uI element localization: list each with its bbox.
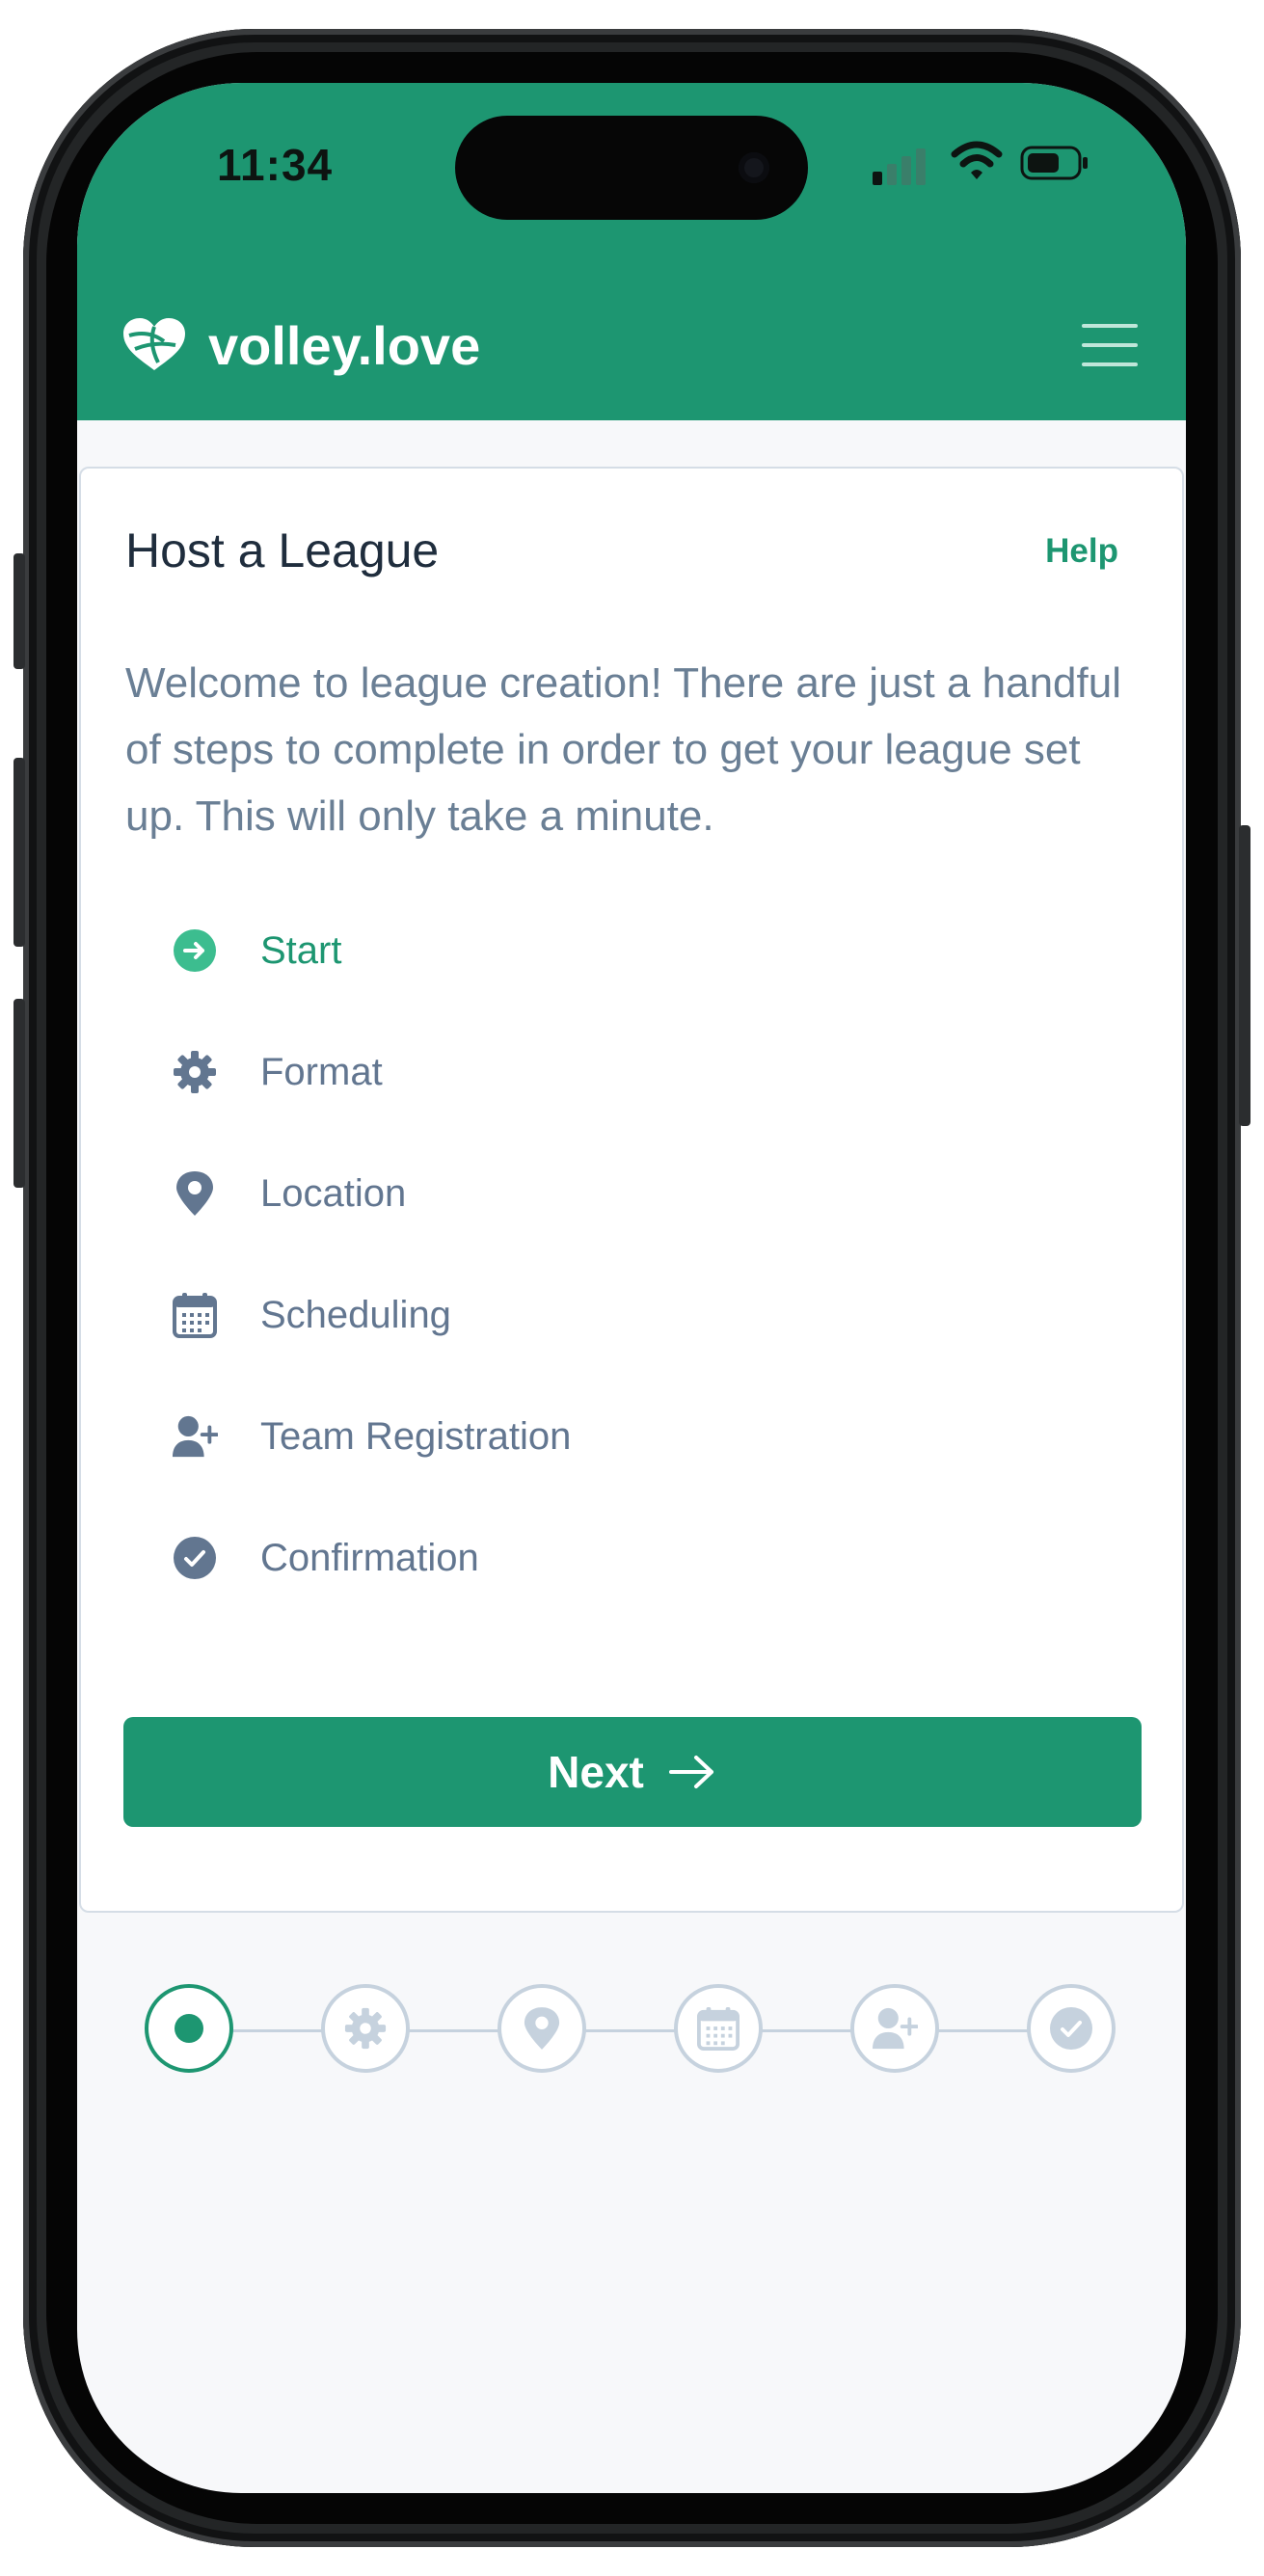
arrow-right-icon: [668, 1756, 713, 1788]
hamburger-menu-icon: [1082, 324, 1138, 328]
calendar-icon: [172, 1292, 218, 1338]
status-time: 11:34: [217, 140, 334, 190]
progress-step-start[interactable]: [145, 1984, 233, 2073]
step-confirmation: Confirmation: [172, 1529, 479, 1587]
page-title: Host a League: [125, 523, 440, 577]
step-start: Start: [172, 922, 341, 979]
volume-up-button: [13, 758, 25, 947]
progress-step-confirmation[interactable]: [1027, 1984, 1116, 2073]
wifi-icon: [951, 141, 1003, 179]
battery-icon: [1020, 146, 1088, 180]
check-circle-icon: [1050, 2007, 1092, 2050]
user-plus-icon: [172, 1413, 218, 1460]
volleyball-heart-icon: [123, 318, 185, 370]
help-link[interactable]: Help: [1045, 532, 1118, 571]
intro-text: Welcome to league creation! There are ju…: [125, 659, 1121, 840]
next-button-label: Next: [548, 1747, 644, 1797]
step-label: Confirmation: [260, 1536, 479, 1579]
league-setup-card: Host a League Help Welcome to league cre…: [79, 467, 1184, 1913]
progress-step-location[interactable]: [498, 1984, 586, 2073]
step-label: Location: [260, 1171, 407, 1215]
gear-icon: [344, 2007, 387, 2050]
progress-step-scheduling[interactable]: [674, 1984, 763, 2073]
step-team-registration: Team Registration: [172, 1408, 571, 1465]
gear-icon: [172, 1049, 218, 1095]
arrow-right-circle-icon: [172, 927, 218, 974]
volume-down-button: [13, 999, 25, 1188]
status-bar: 11:34: [77, 83, 1186, 276]
calendar-icon: [697, 2007, 740, 2051]
menu-bar-middle: [1082, 343, 1138, 347]
power-button: [1239, 825, 1251, 1126]
cellular-signal-icon: [873, 147, 928, 185]
action-button: [13, 553, 25, 669]
step-label: Start: [260, 928, 342, 972]
step-scheduling: Scheduling: [172, 1286, 451, 1344]
step-label: Scheduling: [260, 1293, 451, 1336]
phone-screen: 11:34 volley.love Host a League Help Wel…: [77, 83, 1186, 2493]
check-circle-icon: [172, 1535, 218, 1581]
progress-step-format[interactable]: [321, 1984, 410, 2073]
user-plus-icon: [873, 2007, 918, 2050]
app-header: volley.love: [77, 276, 1186, 420]
device-mockup: 11:34 volley.love Host a League Help Wel…: [0, 0, 1264, 2576]
map-pin-icon: [524, 2007, 560, 2050]
next-button[interactable]: Next: [123, 1717, 1142, 1827]
dynamic-island: [455, 116, 808, 220]
front-camera: [739, 152, 769, 183]
map-pin-icon: [172, 1170, 218, 1217]
menu-bar-bottom: [1082, 362, 1138, 366]
progress-step-team-registration[interactable]: [850, 1984, 939, 2073]
current-step-dot-icon: [175, 2014, 203, 2043]
step-label: Format: [260, 1050, 383, 1093]
step-format: Format: [172, 1043, 383, 1101]
step-location: Location: [172, 1165, 406, 1222]
menu-button[interactable]: [1082, 324, 1138, 366]
brand-name: volley.love: [208, 314, 481, 376]
brand-logo[interactable]: volley.love: [120, 310, 480, 380]
step-label: Team Registration: [260, 1414, 572, 1458]
step-progress-tracker: [145, 1984, 1118, 2077]
